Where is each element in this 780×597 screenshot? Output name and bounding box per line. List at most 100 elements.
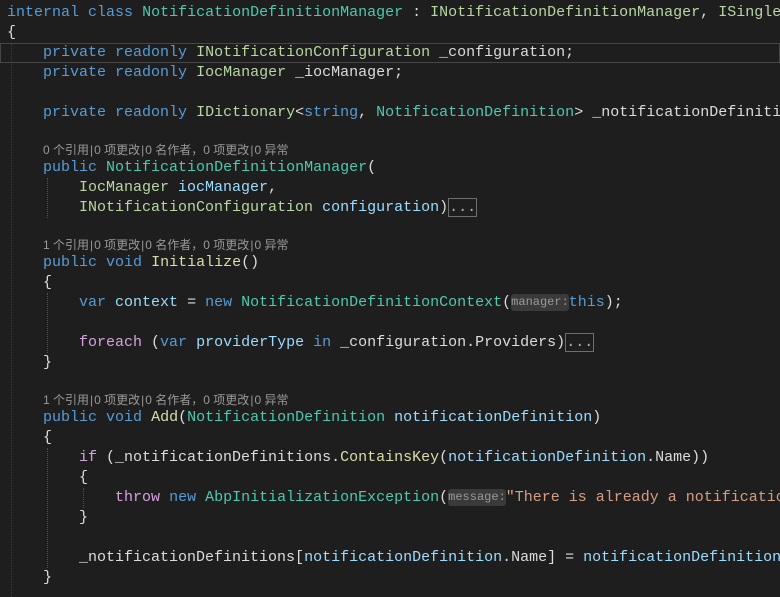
- codelens-item[interactable]: 0 项更改: [94, 393, 140, 407]
- variable-name-token[interactable]: configuration: [322, 199, 439, 216]
- code-text[interactable]: [97, 254, 106, 271]
- keyword-token[interactable]: public: [43, 409, 97, 426]
- code-text[interactable]: [187, 104, 196, 121]
- code-text[interactable]: [7, 254, 43, 271]
- keyword-token[interactable]: internal: [7, 4, 79, 21]
- string-literal-token[interactable]: "There is already a notificatio: [506, 489, 780, 506]
- code-line[interactable]: }: [0, 508, 780, 528]
- code-text[interactable]: [133, 4, 142, 21]
- code-line[interactable]: public void Add(NotificationDefinition n…: [0, 408, 780, 428]
- code-lines[interactable]: internal class NotificationDefinitionMan…: [0, 3, 780, 588]
- code-text[interactable]: (: [502, 294, 511, 311]
- code-text[interactable]: [7, 44, 43, 61]
- code-text[interactable]: [7, 449, 79, 466]
- code-line[interactable]: [0, 313, 780, 333]
- code-line[interactable]: throw new AbpInitializationException(mes…: [0, 488, 780, 508]
- code-text[interactable]: ): [439, 199, 448, 216]
- codelens-item[interactable]: 0 异常: [254, 238, 288, 252]
- variable-name-token[interactable]: notificationDefinition: [304, 549, 502, 566]
- interface-name-token[interactable]: IocManager: [79, 179, 169, 196]
- keyword-token[interactable]: readonly: [115, 64, 187, 81]
- code-text[interactable]: [313, 199, 322, 216]
- keyword-token[interactable]: new: [169, 489, 196, 506]
- code-editor[interactable]: internal class NotificationDefinitionMan…: [0, 0, 780, 597]
- code-text[interactable]: [142, 254, 151, 271]
- code-line[interactable]: [0, 218, 780, 238]
- codelens-item[interactable]: 1 个引用: [43, 393, 89, 407]
- keyword-token[interactable]: private: [43, 104, 106, 121]
- code-text[interactable]: [7, 179, 79, 196]
- code-line[interactable]: [0, 83, 780, 103]
- keyword-token[interactable]: class: [88, 4, 133, 21]
- code-text[interactable]: (: [439, 449, 448, 466]
- code-line[interactable]: foreach (var providerType in _configurat…: [0, 333, 780, 353]
- class-name-token[interactable]: NotificationDefinitionManager: [106, 159, 367, 176]
- keyword-token[interactable]: this: [569, 294, 605, 311]
- code-text[interactable]: [196, 489, 205, 506]
- code-text[interactable]: (: [439, 489, 448, 506]
- code-line[interactable]: }: [0, 353, 780, 373]
- code-text[interactable]: ,: [700, 4, 718, 21]
- codelens-item[interactable]: 0 名作者，0 项更改: [145, 393, 249, 407]
- collapsed-region-button[interactable]: ...: [565, 333, 595, 352]
- code-text[interactable]: [187, 334, 196, 351]
- keyword-token[interactable]: string: [304, 104, 358, 121]
- code-text[interactable]: );: [605, 294, 623, 311]
- code-text[interactable]: [187, 44, 196, 61]
- code-line[interactable]: _notificationDefinitions[notificationDef…: [0, 548, 780, 568]
- code-text[interactable]: :: [403, 4, 430, 21]
- code-line[interactable]: private readonly IDictionary<string, Not…: [0, 103, 780, 123]
- code-text[interactable]: <: [295, 104, 304, 121]
- class-name-token[interactable]: AbpInitializationException: [205, 489, 439, 506]
- keyword-token[interactable]: var: [160, 334, 187, 351]
- method-name-token[interactable]: Initialize: [151, 254, 241, 271]
- codelens-item[interactable]: 0 项更改: [94, 143, 140, 157]
- code-line[interactable]: [0, 123, 780, 143]
- keyword-token[interactable]: public: [43, 159, 97, 176]
- codelens-item[interactable]: 0 个引用: [43, 143, 89, 157]
- code-line[interactable]: public NotificationDefinitionManager(: [0, 158, 780, 178]
- code-text[interactable]: _notificationDefinitions[: [7, 549, 304, 566]
- code-line[interactable]: internal class NotificationDefinitionMan…: [0, 3, 780, 23]
- code-text[interactable]: _iocManager;: [286, 64, 403, 81]
- code-text[interactable]: ): [592, 409, 601, 426]
- keyword-token[interactable]: new: [205, 294, 232, 311]
- code-text[interactable]: [106, 64, 115, 81]
- interface-name-token[interactable]: IDictionary: [196, 104, 295, 121]
- variable-name-token[interactable]: notificationDefinition: [448, 449, 646, 466]
- code-text[interactable]: [106, 44, 115, 61]
- code-line[interactable]: IocManager iocManager,: [0, 178, 780, 198]
- current-code-line[interactable]: private readonly INotificationConfigurat…: [0, 43, 780, 63]
- keyword-token[interactable]: private: [43, 64, 106, 81]
- keyword-token[interactable]: private: [43, 44, 106, 61]
- keyword-token[interactable]: void: [106, 254, 142, 271]
- method-name-token[interactable]: ContainsKey: [340, 449, 439, 466]
- control-keyword-token[interactable]: if: [79, 449, 97, 466]
- code-text[interactable]: [385, 409, 394, 426]
- class-name-token[interactable]: NotificationDefinitionManager: [142, 4, 403, 21]
- code-text[interactable]: [7, 409, 43, 426]
- code-text[interactable]: [7, 199, 79, 216]
- code-text[interactable]: [7, 64, 43, 81]
- keyword-token[interactable]: var: [79, 294, 106, 311]
- variable-name-token[interactable]: iocManager: [178, 179, 268, 196]
- code-text[interactable]: _configuration;: [430, 44, 574, 61]
- code-text[interactable]: (: [178, 409, 187, 426]
- code-text[interactable]: (: [142, 334, 160, 351]
- variable-name-token[interactable]: context: [115, 294, 178, 311]
- interface-name-token[interactable]: INotificationConfiguration: [196, 44, 430, 61]
- code-text[interactable]: [106, 294, 115, 311]
- code-text[interactable]: [142, 409, 151, 426]
- codelens-item[interactable]: 0 异常: [254, 143, 288, 157]
- code-line[interactable]: {: [0, 428, 780, 448]
- code-text[interactable]: .Name] =: [502, 549, 583, 566]
- codelens-item[interactable]: 1 个引用: [43, 238, 89, 252]
- code-text[interactable]: ,: [358, 104, 376, 121]
- code-text[interactable]: [304, 334, 313, 351]
- code-text[interactable]: (: [367, 159, 376, 176]
- code-text[interactable]: ,: [268, 179, 277, 196]
- code-text[interactable]: [232, 294, 241, 311]
- code-text[interactable]: (_notificationDefinitions.: [97, 449, 340, 466]
- code-text[interactable]: [97, 159, 106, 176]
- code-text[interactable]: [7, 294, 79, 311]
